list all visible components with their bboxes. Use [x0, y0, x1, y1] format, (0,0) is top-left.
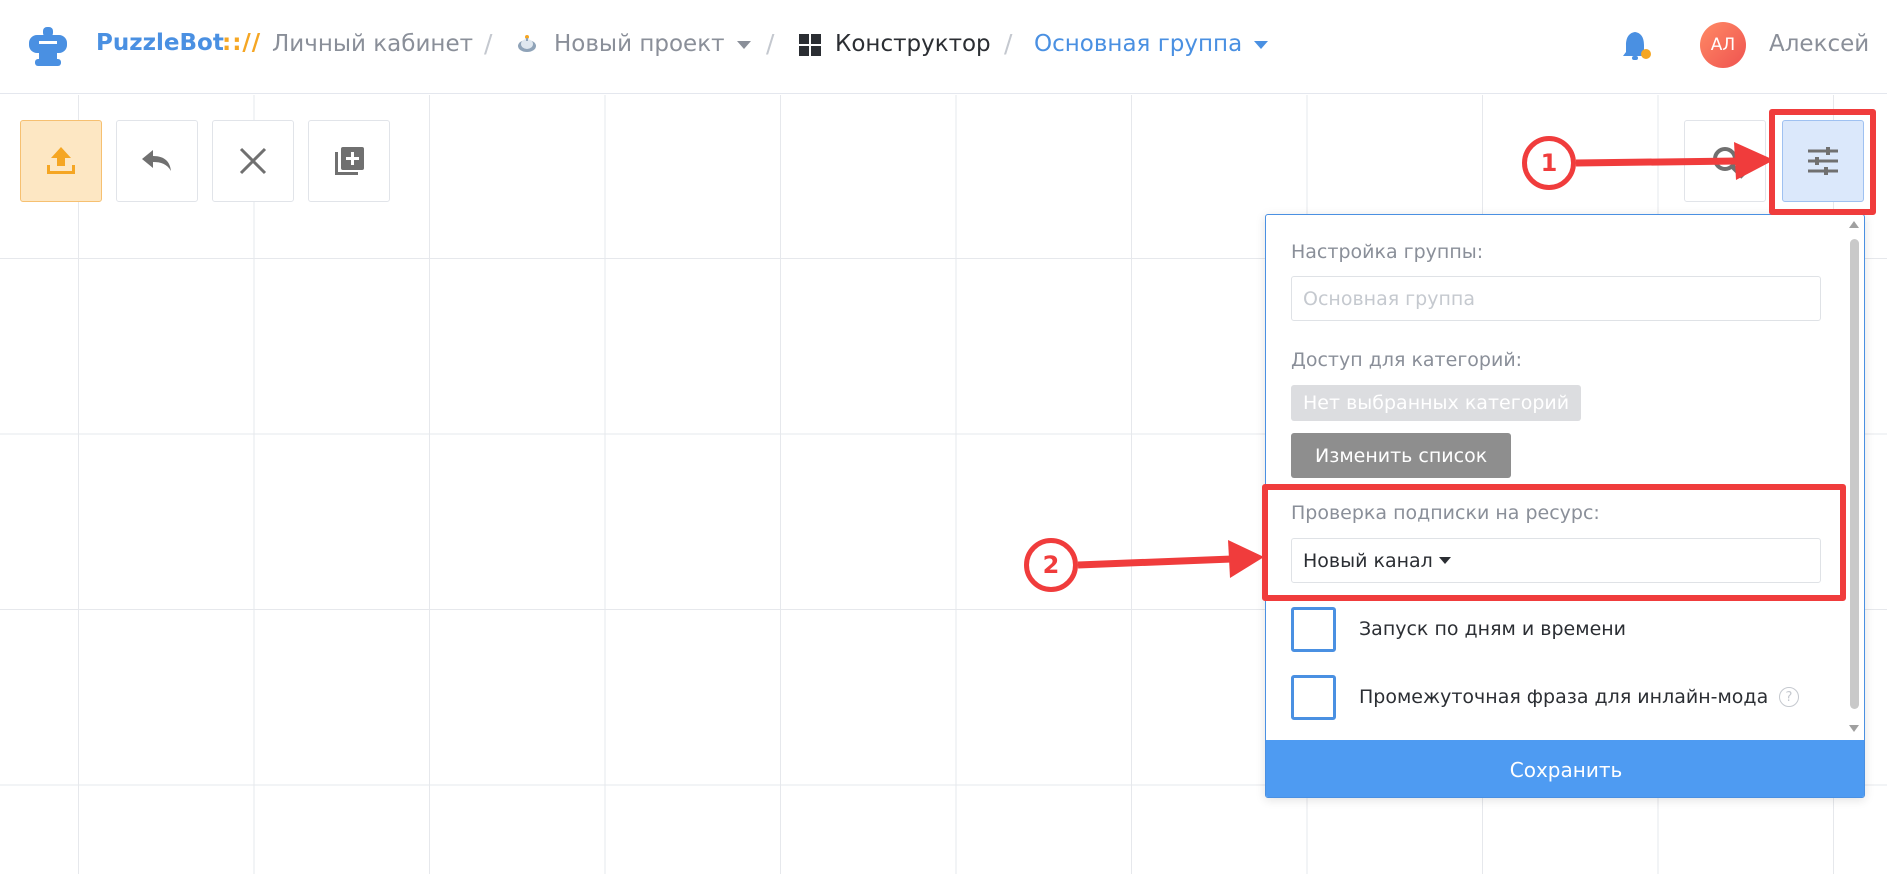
annotation-marker-1: 1: [1522, 136, 1576, 190]
schedule-checkbox[interactable]: [1291, 607, 1336, 652]
chevron-down-icon: [1254, 40, 1269, 49]
panel-scrollbar[interactable]: [1850, 239, 1859, 709]
no-categories-chip: Нет выбранных категорий: [1291, 385, 1582, 421]
user-name[interactable]: Алексей: [1769, 31, 1869, 57]
close-icon: [239, 147, 267, 175]
breadcrumb-group[interactable]: Основная группа: [1034, 31, 1269, 57]
search-button[interactable]: [1684, 120, 1766, 202]
breadcrumb-constructor[interactable]: Конструктор: [835, 31, 991, 57]
breadcrumb-group-label: Основная группа: [1034, 31, 1243, 57]
inline-phrase-checkbox-label: Промежуточная фраза для инлайн-мода: [1359, 686, 1769, 708]
annotation-highlight-subscription: [1262, 484, 1846, 601]
breadcrumb-project[interactable]: Новый проект: [554, 31, 751, 57]
scroll-down-icon[interactable]: [1849, 725, 1859, 732]
group-settings-label: Настройка группы:: [1291, 241, 1484, 263]
top-header: PuzzleBot ::// Личный кабинет / Новый пр…: [0, 0, 1887, 94]
breadcrumb-divider: /: [484, 29, 493, 58]
chevron-down-icon: [736, 40, 751, 49]
undo-icon: [142, 150, 171, 171]
help-icon[interactable]: ?: [1779, 687, 1799, 707]
brand-separator: :://: [222, 30, 262, 56]
puzzlebot-logo-icon[interactable]: [26, 25, 70, 69]
grid-icon: [799, 34, 821, 56]
breadcrumb-cabinet[interactable]: Личный кабинет: [272, 31, 473, 57]
delete-button[interactable]: [212, 120, 294, 202]
annotation-marker-2: 2: [1024, 538, 1078, 592]
search-icon: [1713, 147, 1745, 179]
add-copy-icon: [335, 147, 364, 175]
annotation-highlight-settings: [1769, 109, 1876, 215]
upload-button[interactable]: [20, 120, 102, 202]
schedule-checkbox-label: Запуск по дням и времени: [1359, 618, 1627, 640]
bell-icon[interactable]: [1620, 28, 1654, 64]
add-copy-button[interactable]: [308, 120, 390, 202]
category-access-label: Доступ для категорий:: [1291, 349, 1523, 371]
change-list-button[interactable]: Изменить список: [1291, 433, 1512, 478]
breadcrumb-project-label: Новый проект: [554, 31, 725, 57]
breadcrumb-divider: /: [766, 29, 775, 58]
undo-button[interactable]: [116, 120, 198, 202]
inline-phrase-checkbox[interactable]: [1291, 675, 1336, 720]
breadcrumb-divider: /: [1004, 29, 1013, 58]
group-name-input[interactable]: [1291, 276, 1821, 321]
robot-icon: [518, 35, 536, 52]
save-button[interactable]: Сохранить: [1266, 740, 1864, 797]
brand-name[interactable]: PuzzleBot: [96, 30, 224, 56]
scroll-up-icon[interactable]: [1849, 221, 1859, 228]
avatar[interactable]: АЛ: [1700, 22, 1746, 68]
upload-icon: [47, 147, 75, 174]
